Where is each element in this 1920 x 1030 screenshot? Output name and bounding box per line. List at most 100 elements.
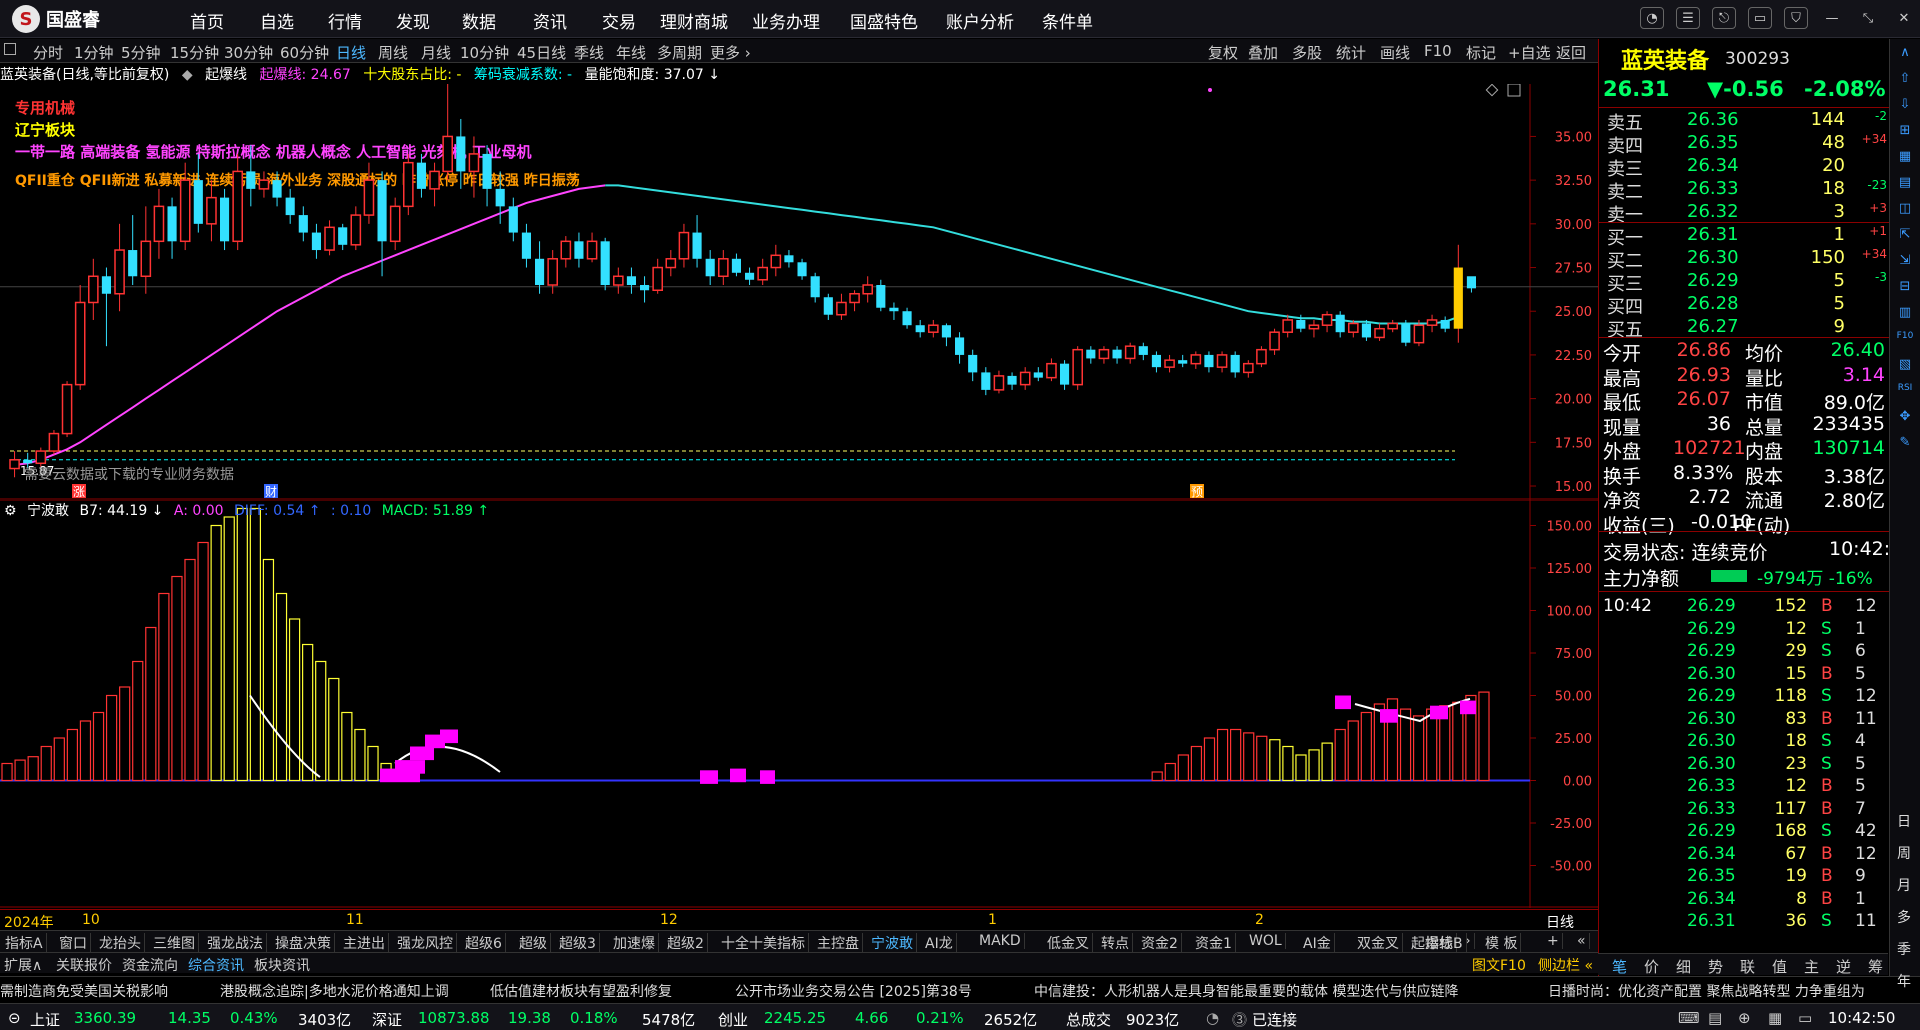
indicator-tab-5[interactable]: 操盘决策 <box>272 933 335 953</box>
period-tab-2[interactable]: 5分钟 <box>121 42 161 63</box>
indicator-tab-15[interactable]: 宁波敢 <box>868 933 917 953</box>
chart-tool-2[interactable]: 多股 <box>1292 42 1322 63</box>
macd-chart[interactable]: -50.00 -25.00 0.00 25.00 50.00 75.00 100.00 125… <box>0 500 1598 908</box>
menu-5[interactable]: 资讯 <box>533 8 567 33</box>
up-arrow-icon[interactable]: ⇧ <box>1895 71 1915 89</box>
menu-0[interactable]: 首页 <box>190 8 224 33</box>
ask-row[interactable]: 卖五 26.36 144 -2 <box>1603 109 1887 134</box>
collapse-icon[interactable]: ∧ <box>1895 45 1915 63</box>
indicator-tab-12[interactable]: 超级2 <box>664 933 708 953</box>
quote-tab-4[interactable]: 联 <box>1740 956 1755 977</box>
rail-period-5[interactable]: 年 <box>1897 971 1911 991</box>
indicator-tab-28[interactable]: 模 板 <box>1482 933 1522 953</box>
indicator-tab-8[interactable]: 超级6 <box>462 933 506 953</box>
shirt-icon[interactable]: ⛉ <box>1784 7 1808 29</box>
indicator-tab-29[interactable]: + <box>1544 933 1563 949</box>
period-tab-10[interactable]: 45日线 <box>517 42 566 63</box>
candlestick-chart[interactable]: 15.00 17.50 20.00 22.50 25.00 27.50 30.00 32.50… <box>0 84 1598 500</box>
chart-tool-7[interactable]: +自选 <box>1508 42 1551 63</box>
chart-tool-3[interactable]: 统计 <box>1336 42 1366 63</box>
status-menu-icon[interactable]: ⊝ <box>8 1009 21 1027</box>
rsi-icon[interactable]: RSI <box>1895 383 1915 401</box>
period-indicator[interactable]: 日线 <box>1546 912 1574 932</box>
quote-tab-7[interactable]: 逆 <box>1836 956 1851 977</box>
indicator-tab-7[interactable]: 强龙风控 <box>394 933 457 953</box>
indicator-tab-9[interactable]: 超级 <box>516 933 551 953</box>
rail-period-3[interactable]: 多 <box>1897 907 1911 927</box>
menu-4[interactable]: 数据 <box>462 8 496 33</box>
indicator-tab-22[interactable]: WOL <box>1246 933 1286 949</box>
indicator-tab-24[interactable]: 双金叉 <box>1354 933 1403 953</box>
sub-tab-0[interactable]: 扩展∧ <box>4 955 42 975</box>
indicator-tab-2[interactable]: 龙抬头 <box>96 933 145 953</box>
indicator-tab-30[interactable]: « <box>1574 933 1590 949</box>
menu-3[interactable]: 发现 <box>396 8 430 33</box>
sub-tab-right-1[interactable]: 侧边栏 « <box>1538 955 1593 975</box>
rail-period-2[interactable]: 月 <box>1897 875 1911 895</box>
share-icon[interactable]: ⎋ <box>1712 7 1736 29</box>
grid-icon[interactable]: ⊞ <box>1895 123 1915 141</box>
ask-row[interactable]: 卖一 26.32 3 +3 <box>1603 201 1887 226</box>
box-icon[interactable]: ⊟ <box>1895 279 1915 297</box>
pen-icon[interactable]: ✎ <box>1895 435 1915 453</box>
indicator-tab-6[interactable]: 主进出 <box>340 933 389 953</box>
chart-icon[interactable]: ▥ <box>1895 305 1915 323</box>
quote-tab-0[interactable]: 笔 <box>1612 956 1627 977</box>
bid-row[interactable]: 买五 26.27 9 <box>1603 316 1887 341</box>
indicator-tab-0[interactable]: 指标A <box>2 933 47 953</box>
panel-icon[interactable]: ◫ <box>1895 201 1915 219</box>
menu-1[interactable]: 自选 <box>260 8 294 33</box>
quote-tab-5[interactable]: 值 <box>1772 956 1787 977</box>
news-item-3[interactable]: 公开市场业务交易公告 [2025]第38号 <box>735 981 972 1001</box>
period-tab-7[interactable]: 周线 <box>378 42 408 63</box>
sub-tab-2[interactable]: 资金流向 <box>122 955 178 975</box>
menu-icon[interactable]: ▤ <box>1708 1009 1722 1027</box>
news-item-2[interactable]: 低估值建材板块有望盈利修复 <box>490 981 672 1001</box>
menu-9[interactable]: 国盛特色 <box>850 8 918 33</box>
sub-tab-1[interactable]: 关联报价 <box>56 955 112 975</box>
indicator-tab-14[interactable]: 主控盘 <box>814 933 863 953</box>
maximize-icon[interactable]: ⤡ <box>1856 7 1880 29</box>
quote-tab-3[interactable]: 势 <box>1708 956 1723 977</box>
news-item-5[interactable]: 日播时尚：优化资产配置 聚焦战略转型 力争重组为 <box>1548 981 1865 1001</box>
indicator-tab-4[interactable]: 强龙战法 <box>204 933 267 953</box>
bid-row[interactable]: 买四 26.28 5 <box>1603 293 1887 318</box>
menu-6[interactable]: 交易 <box>602 8 636 41</box>
move-icon[interactable]: ✥ <box>1895 409 1915 427</box>
bid-row[interactable]: 买二 26.30 150 +34 <box>1603 247 1887 272</box>
ask-row[interactable]: 卖四 26.35 48 +34 <box>1603 132 1887 157</box>
period-tab-6[interactable]: 日线 <box>336 42 366 63</box>
expand-icon[interactable]: ⇱ <box>1895 227 1915 245</box>
menu-2[interactable]: 行情 <box>328 8 362 33</box>
keyboard-icon[interactable]: ⌨ <box>1678 1009 1700 1027</box>
indicator-tab-20[interactable]: 资金2 <box>1138 933 1182 953</box>
shrink-icon[interactable]: ⇲ <box>1895 253 1915 271</box>
menu-10[interactable]: 账户分析 <box>946 8 1014 33</box>
period-tab-8[interactable]: 月线 <box>421 42 451 63</box>
sz-name[interactable]: 深证 <box>372 1009 402 1030</box>
quote-tab-6[interactable]: 主 <box>1804 956 1819 977</box>
rail-period-1[interactable]: 周 <box>1897 843 1911 863</box>
period-tab-1[interactable]: 1分钟 <box>74 42 114 63</box>
app-logo[interactable]: S 国盛睿 <box>12 5 100 33</box>
layers-icon[interactable]: ▧ <box>1895 357 1915 375</box>
ask-row[interactable]: 卖三 26.34 20 <box>1603 155 1887 180</box>
news-item-0[interactable]: 需制造商免受美国关税影响 <box>0 981 168 1001</box>
bid-row[interactable]: 买一 26.31 1 +1 <box>1603 224 1887 249</box>
indicator-tab-10[interactable]: 超级3 <box>556 933 600 953</box>
period-tab-11[interactable]: 季线 <box>574 42 604 63</box>
indicator-tab-19[interactable]: 转点 <box>1098 933 1133 953</box>
news-item-4[interactable]: 中信建投：人形机器人是具身智能最重要的载体 模型迭代与供应链降 <box>1034 981 1458 1001</box>
window-icon[interactable]: ▭ <box>1798 1009 1812 1027</box>
down-arrow-icon[interactable]: ⇩ <box>1895 97 1915 115</box>
quote-tab-8[interactable]: 筹 <box>1868 956 1883 977</box>
chart-tool-0[interactable]: 复权 <box>1208 42 1238 63</box>
indicator-tab-13[interactable]: 十全十美指标 <box>718 933 809 953</box>
table-icon[interactable]: ▦ <box>1895 149 1915 167</box>
screen-icon[interactable]: ▭ <box>1748 7 1772 29</box>
quote-tab-1[interactable]: 价 <box>1644 956 1659 977</box>
indicator-tab-17[interactable]: MAKD <box>976 933 1025 949</box>
indicator-tab-23[interactable]: AI金 <box>1300 933 1335 953</box>
cy-name[interactable]: 创业 <box>718 1009 748 1030</box>
indicator-tab-21[interactable]: 资金1 <box>1192 933 1236 953</box>
